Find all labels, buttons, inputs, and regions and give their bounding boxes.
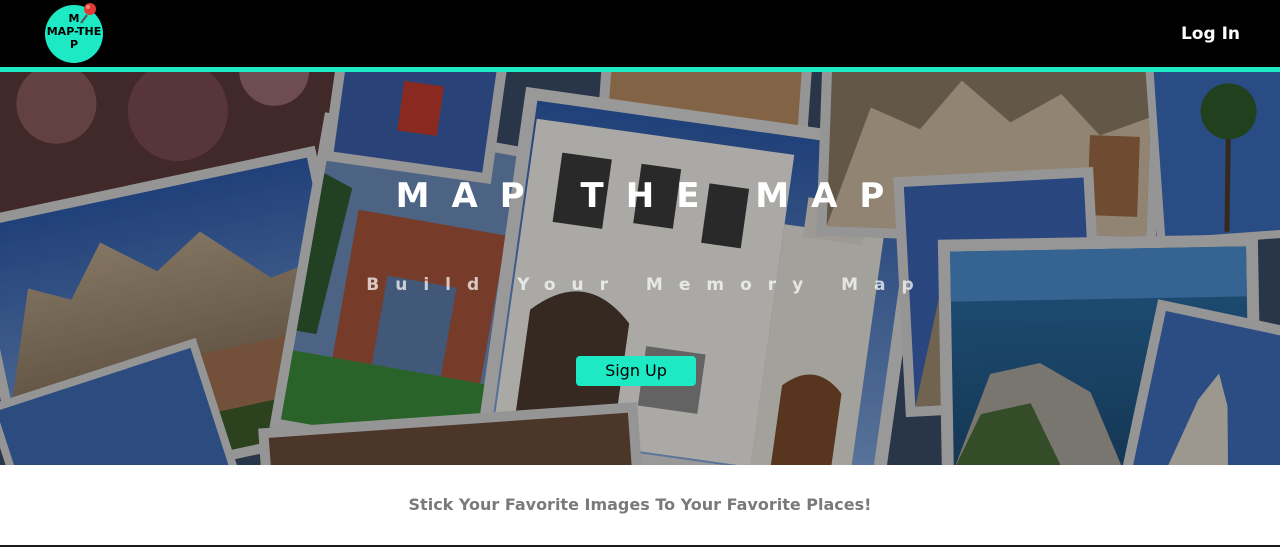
hero-title: MAP THE MAP — [395, 176, 907, 216]
site-logo[interactable]: M MAP-THE P — [45, 3, 103, 63]
signup-button[interactable]: Sign Up — [576, 356, 696, 386]
hero-dark-overlay — [0, 72, 1280, 465]
login-button[interactable]: Log In — [1181, 24, 1240, 44]
map-pin-icon — [80, 3, 96, 24]
tagline: Stick Your Favorite Images To Your Favor… — [408, 495, 872, 514]
hero-subtitle: Build Your Memory Map — [366, 275, 930, 295]
navbar: M MAP-THE P Log In — [0, 0, 1280, 67]
hero-banner: MAP THE MAP Build Your Memory Map Sign U… — [0, 72, 1280, 465]
